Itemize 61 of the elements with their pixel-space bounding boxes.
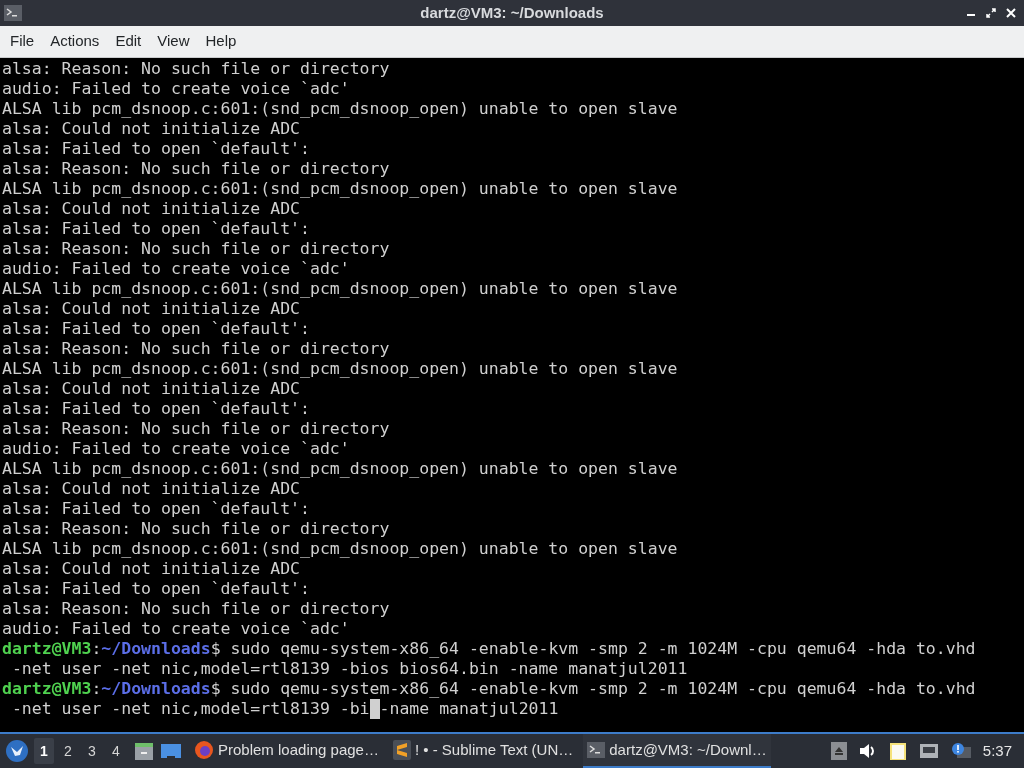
workspace-button[interactable]: 3 [82, 738, 102, 764]
menu-item[interactable]: File [2, 30, 43, 53]
menu-item[interactable]: Edit [107, 30, 150, 53]
terminal-line: alsa: Failed to open `default': [2, 579, 311, 599]
terminal-icon [587, 742, 606, 758]
taskbar-button[interactable]: dartz@VM3: ~/Downl… [583, 734, 771, 768]
prompt-line: dartz@VM3:~/Downloads$ sudo qemu-system-x86_64 -enable-kvm -smp 2 -m 1024M -cpu qemu64 -hda to.vhd [2, 639, 977, 659]
terminal-line: alsa: Could not initialize ADC [2, 479, 301, 499]
menu-item[interactable]: View [149, 30, 198, 53]
terminal-line: alsa: Could not initialize ADC [2, 559, 301, 579]
workspace-button[interactable]: 2 [58, 738, 78, 764]
terminal-line: alsa: Failed to open `default': [2, 499, 311, 519]
terminal-line: alsa: Could not initialize ADC [2, 119, 301, 139]
close-icon[interactable] [1006, 8, 1016, 18]
file-cabinet-icon[interactable] [134, 741, 154, 761]
terminal-line: alsa: Could not initialize ADC [2, 299, 301, 319]
window-title: dartz@VM3: ~/Downloads [419, 2, 605, 23]
network-icon[interactable] [918, 742, 939, 760]
sublime-icon [392, 740, 411, 760]
terminal-line: audio: Failed to create voice `adc' [2, 259, 351, 279]
terminal-line: audio: Failed to create voice `adc' [2, 619, 351, 639]
taskbar-button[interactable]: Problem loading page… [190, 734, 383, 768]
maximize-icon[interactable] [986, 8, 996, 18]
terminal-line: -net user -net nic,model=rtl8139 -bios bios64.bin -name manatjul2011 [10, 659, 689, 679]
terminal-line: alsa: Failed to open `default': [2, 219, 311, 239]
clipboard-icon[interactable] [888, 741, 907, 761]
terminal-line: ALSA lib pcm_dsnoop.c:601:(snd_pcm_dsnoop_open) unable to open slave [2, 539, 679, 559]
terminal-line: alsa: Reason: No such file or directory [2, 239, 391, 259]
terminal-line: alsa: Reason: No such file or directory [2, 419, 391, 439]
notification-icon[interactable] [950, 742, 971, 760]
workspace-button[interactable]: 1 [34, 738, 54, 764]
terminal-line: alsa: Reason: No such file or directory [2, 59, 391, 79]
terminal-icon[interactable] [4, 5, 22, 21]
terminal-line: ALSA lib pcm_dsnoop.c:601:(snd_pcm_dsnoop_open) unable to open slave [2, 359, 679, 379]
terminal-line: alsa: Reason: No such file or directory [2, 339, 391, 359]
text-cursor [369, 699, 380, 719]
menu-item[interactable]: Help [197, 30, 245, 53]
terminal-line: alsa: Failed to open `default': [2, 399, 311, 419]
eject-icon[interactable] [830, 742, 847, 760]
taskbar-button[interactable]: ! • - Sublime Text (UN… [388, 734, 578, 768]
terminal-line: -name manatjul2011 [379, 699, 559, 719]
clock[interactable]: 5:37 [982, 739, 1012, 763]
terminal-line: audio: Failed to create voice `adc' [2, 79, 351, 99]
menu-item[interactable]: Actions [42, 30, 108, 53]
terminal-line: audio: Failed to create voice `adc' [2, 439, 351, 459]
terminal-line: ALSA lib pcm_dsnoop.c:601:(snd_pcm_dsnoop_open) unable to open slave [2, 179, 679, 199]
prompt-line: dartz@VM3:~/Downloads$ sudo qemu-system-x86_64 -enable-kvm -smp 2 -m 1024M -cpu qemu64 -hda to.vhd [2, 679, 977, 699]
terminal-line: ALSA lib pcm_dsnoop.c:601:(snd_pcm_dsnoop_open) unable to open slave [2, 459, 679, 479]
terminal-line: alsa: Could not initialize ADC [2, 199, 301, 219]
workspace-button[interactable]: 4 [106, 738, 126, 764]
terminal-line: alsa: Reason: No such file or directory [2, 159, 391, 179]
terminal-line: ALSA lib pcm_dsnoop.c:601:(snd_pcm_dsnoop_open) unable to open slave [2, 279, 679, 299]
terminal-line: alsa: Failed to open `default': [2, 139, 311, 159]
terminal-line: -net user -net nic,model=rtl8139 -bi [10, 699, 370, 719]
speaker-icon[interactable] [858, 743, 877, 759]
terminal-line: alsa: Could not initialize ADC [2, 379, 301, 399]
terminal-line: alsa: Reason: No such file or directory [2, 599, 391, 619]
terminal-line: alsa: Failed to open `default': [2, 319, 311, 339]
desktop-icon[interactable] [160, 741, 182, 761]
terminal-line: alsa: Reason: No such file or directory [2, 519, 391, 539]
terminal-line: ALSA lib pcm_dsnoop.c:601:(snd_pcm_dsnoop_open) unable to open slave [2, 99, 679, 119]
